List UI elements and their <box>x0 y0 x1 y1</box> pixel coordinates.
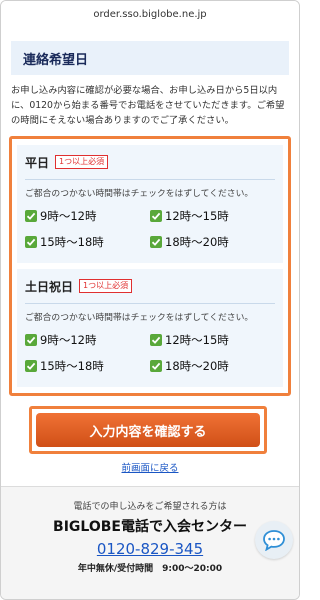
check-icon <box>26 212 36 220</box>
checkbox-checked[interactable] <box>150 334 162 346</box>
intro-text: お申し込み内容に確認が必要な場合、お申し込み日から5日以内に、0120から始まる… <box>11 85 285 126</box>
weekday-option-9-12[interactable]: 9時〜12時 <box>25 205 150 227</box>
weekday-option-12-15[interactable]: 12時〜15時 <box>150 205 275 227</box>
section-header: 連絡希望日 <box>11 41 289 75</box>
divider <box>25 179 275 180</box>
option-label: 9時〜12時 <box>40 209 97 223</box>
address-bar[interactable]: order.sso.biglobe.ne.jp <box>1 1 299 27</box>
required-badge: 1つ以上必須 <box>55 155 109 169</box>
weekend-heading: 土日祝日 1つ以上必須 <box>25 275 275 297</box>
weekend-option-12-15[interactable]: 12時〜15時 <box>150 329 275 351</box>
checkbox-checked[interactable] <box>25 334 37 346</box>
weekend-options: 9時〜12時 12時〜15時 15時〜18時 18時〜20時 <box>25 327 275 379</box>
checkbox-checked[interactable] <box>25 236 37 248</box>
check-icon <box>151 336 161 344</box>
option-label: 9時〜12時 <box>40 333 97 347</box>
option-label: 18時〜20時 <box>165 235 229 249</box>
option-label: 12時〜15時 <box>165 209 229 223</box>
weekend-hint: ご都合のつかない時間帯はチェックをはずしてください。 <box>25 313 254 323</box>
confirm-button[interactable]: 入力内容を確認する <box>36 413 260 447</box>
weekend-option-18-20[interactable]: 18時〜20時 <box>150 355 275 377</box>
required-badge: 1つ以上必須 <box>79 279 133 293</box>
confirm-button-label: 入力内容を確認する <box>89 424 207 440</box>
weekday-option-15-18[interactable]: 15時〜18時 <box>25 231 150 253</box>
checkbox-checked[interactable] <box>150 236 162 248</box>
weekday-group: 平日 1つ以上必須 ご都合のつかない時間帯はチェックをはずしてください。 9時〜… <box>17 145 283 263</box>
back-link-row: 前画面に戻る <box>1 460 299 474</box>
option-label: 18時〜20時 <box>165 359 229 373</box>
weekend-option-15-18[interactable]: 15時〜18時 <box>25 355 150 377</box>
check-icon <box>26 238 36 246</box>
weekend-option-9-12[interactable]: 9時〜12時 <box>25 329 150 351</box>
check-icon <box>151 238 161 246</box>
back-link[interactable]: 前画面に戻る <box>121 463 178 474</box>
weekday-hint: ご都合のつかない時間帯はチェックをはずしてください。 <box>25 189 254 199</box>
divider <box>25 303 275 304</box>
check-icon <box>151 362 161 370</box>
option-label: 15時〜18時 <box>40 235 104 249</box>
option-label: 12時〜15時 <box>165 333 229 347</box>
weekday-option-18-20[interactable]: 18時〜20時 <box>150 231 275 253</box>
page-frame: order.sso.biglobe.ne.jp 連絡希望日 お申し込み内容に確認… <box>0 0 300 600</box>
check-icon <box>151 212 161 220</box>
check-icon <box>26 336 36 344</box>
footer-hours: 年中無休/受付時間 9:00〜20:00 <box>77 564 223 574</box>
checkbox-checked[interactable] <box>25 360 37 372</box>
weekday-heading: 平日 1つ以上必須 <box>25 151 275 173</box>
checkbox-checked[interactable] <box>25 210 37 222</box>
weekday-title: 平日 <box>25 155 50 170</box>
url-text: order.sso.biglobe.ne.jp <box>93 8 207 20</box>
check-icon <box>26 362 36 370</box>
chat-button[interactable] <box>255 521 293 559</box>
weekend-title: 土日祝日 <box>25 279 74 294</box>
footer-lead: 電話での申し込みをご希望される方は <box>73 502 227 512</box>
footer-center-name: BIGLOBE電話で入会センター <box>53 519 247 535</box>
section-title: 連絡希望日 <box>23 52 89 68</box>
checkbox-checked[interactable] <box>150 360 162 372</box>
weekday-options: 9時〜12時 12時〜15時 15時〜18時 18時〜20時 <box>25 203 275 255</box>
chat-bubble-icon <box>263 530 285 551</box>
checkbox-checked[interactable] <box>150 210 162 222</box>
confirm-button-frame: 入力内容を確認する <box>29 406 267 454</box>
weekend-group: 土日祝日 1つ以上必須 ご都合のつかない時間帯はチェックをはずしてください。 9… <box>17 269 283 387</box>
contact-time-box: 平日 1つ以上必須 ご都合のつかない時間帯はチェックをはずしてください。 9時〜… <box>9 136 291 396</box>
option-label: 15時〜18時 <box>40 359 104 373</box>
